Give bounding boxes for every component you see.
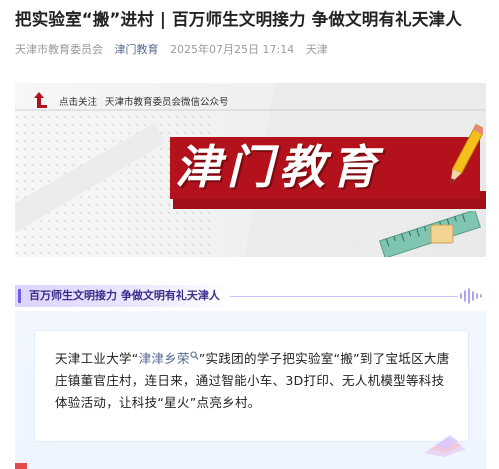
account-link[interactable]: 津门教育 xyxy=(115,43,159,56)
publish-datetime: 2025年07月25日 17:14 xyxy=(170,43,295,56)
paragraph-text-before: 天津工业大学“ xyxy=(55,351,139,366)
article-meta: 天津市教育委员会 津门教育 2025年07月25日 17:14 天津 xyxy=(15,41,336,57)
publish-location: 天津 xyxy=(305,43,328,56)
search-icon[interactable] xyxy=(190,351,199,360)
follow-target: 天津市教育委员会微信公众号 xyxy=(105,97,229,108)
content-area: 天津工业大学“津津乡荣 ”实践团的学子把实验室“搬”到了宝坻区大唐庄镇董官庄村，连… xyxy=(15,311,486,469)
follow-hint: 点击关注 xyxy=(59,97,98,108)
bottom-marker xyxy=(15,463,27,469)
content-paragraph: 天津工业大学“津津乡荣 ”实践团的学子把实验室“搬”到了宝坻区大唐庄镇董官庄村，连… xyxy=(55,348,455,414)
pencil-icon xyxy=(450,123,483,184)
eraser-icon xyxy=(430,224,454,244)
banner-big-title: 津门教育 xyxy=(170,125,480,203)
section-header-line xyxy=(230,296,458,297)
section-header-text: 百万师生文明接力 争做文明有礼天津人 xyxy=(29,289,220,302)
back-arrow-icon xyxy=(33,92,51,110)
banner-image: 点击关注 天津市教育委员会微信公众号 津门教育 xyxy=(15,83,486,257)
team-link[interactable]: 津津乡荣 xyxy=(139,351,190,366)
section-header: 百万师生文明接力 争做文明有礼天津人 xyxy=(15,285,486,307)
follow-bar[interactable]: 点击关注 天津市教育委员会微信公众号 xyxy=(33,92,229,110)
sound-wave-icon xyxy=(460,288,482,304)
article-title: 把实验室“搬”进村 | 百万师生文明接力 争做文明有礼天津人 xyxy=(15,10,462,29)
author-name: 天津市教育委员会 xyxy=(15,43,103,56)
content-card: 天津工业大学“津津乡荣 ”实践团的学子把实验室“搬”到了宝坻区大唐庄镇董官庄村，连… xyxy=(35,331,468,441)
section-header-accent xyxy=(18,289,21,303)
decorative-books-graphic xyxy=(424,435,466,457)
banner-title-text: 津门教育 xyxy=(175,140,383,194)
